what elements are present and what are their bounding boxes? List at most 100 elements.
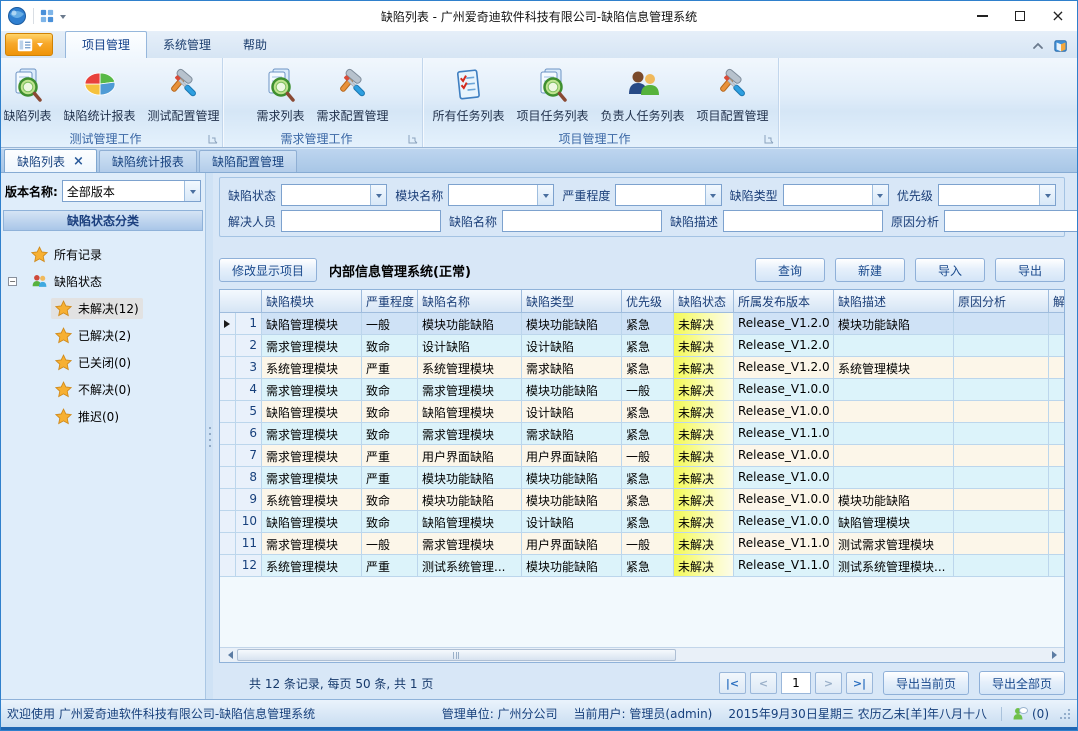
cell-severity[interactable]: 致命	[362, 335, 418, 357]
cell-solve[interactable]	[1049, 379, 1065, 401]
grid-header-status[interactable]: 缺陷状态	[674, 290, 734, 313]
cell-status[interactable]: 未解决	[674, 555, 734, 577]
cell-desc[interactable]: 缺陷管理模块	[834, 511, 954, 533]
cell-status[interactable]: 未解决	[674, 467, 734, 489]
cell-type[interactable]: 设计缺陷	[522, 335, 622, 357]
cell-priority[interactable]: 紧急	[622, 489, 674, 511]
cell-cause[interactable]	[954, 379, 1049, 401]
tree-item-defect-status[interactable]: −缺陷状态	[1, 268, 205, 295]
cell-status[interactable]: 未解决	[674, 489, 734, 511]
cell-solve[interactable]	[1049, 467, 1065, 489]
filter-defect-name-input[interactable]	[502, 210, 662, 232]
tree-item-resolved[interactable]: 已解决(2)	[1, 322, 205, 349]
sidebar-splitter[interactable]	[206, 173, 213, 701]
filter-severity-combo[interactable]	[615, 184, 721, 206]
maximize-button[interactable]	[1001, 1, 1039, 31]
grid-header-cause[interactable]: 原因分析	[954, 290, 1049, 313]
tab-close-icon[interactable]: ×	[73, 155, 84, 168]
cell-severity[interactable]: 严重	[362, 555, 418, 577]
cell-cause[interactable]	[954, 489, 1049, 511]
grid-header-severity[interactable]: 严重程度	[362, 290, 418, 313]
cell-module[interactable]: 系统管理模块	[262, 357, 362, 379]
cell-desc[interactable]	[834, 423, 954, 445]
cell-severity[interactable]: 一般	[362, 313, 418, 335]
filter-priority-combo[interactable]	[938, 184, 1056, 206]
filter-resolver-input[interactable]	[281, 210, 441, 232]
filter-cause-analysis-input[interactable]	[944, 210, 1078, 232]
cell-name[interactable]: 缺陷管理模块	[418, 511, 522, 533]
row-indicator[interactable]	[220, 313, 236, 335]
ribbon-tab-project-mgmt[interactable]: 项目管理	[65, 31, 147, 58]
cell-desc[interactable]: 系统管理模块	[834, 357, 954, 379]
cell-module[interactable]: 缺陷管理模块	[262, 401, 362, 423]
scroll-left-icon[interactable]	[220, 648, 236, 662]
row-indicator[interactable]	[220, 401, 236, 423]
req-list-button[interactable]: 需求列表	[251, 62, 309, 126]
project-config-button[interactable]: 项目配置管理	[692, 62, 774, 126]
cell-severity[interactable]: 致命	[362, 489, 418, 511]
cell-priority[interactable]: 紧急	[622, 467, 674, 489]
cell-desc[interactable]	[834, 401, 954, 423]
cell-module[interactable]: 需求管理模块	[262, 335, 362, 357]
cell-status[interactable]: 未解决	[674, 533, 734, 555]
cell-priority[interactable]: 一般	[622, 533, 674, 555]
chevron-down-icon[interactable]	[537, 185, 553, 205]
cell-name[interactable]: 用户界面缺陷	[418, 445, 522, 467]
page-number-input[interactable]	[781, 672, 811, 694]
help-icon[interactable]	[1053, 38, 1069, 54]
last-page-button[interactable]: >|	[846, 672, 873, 694]
cell-status[interactable]: 未解决	[674, 313, 734, 335]
grid-header-type[interactable]: 缺陷类型	[522, 290, 622, 313]
defect-list-button[interactable]: 缺陷列表	[0, 62, 57, 126]
cell-module[interactable]: 系统管理模块	[262, 489, 362, 511]
cell-severity[interactable]: 严重	[362, 467, 418, 489]
row-number[interactable]: 5	[236, 401, 262, 423]
tree-item-closed[interactable]: 已关闭(0)	[1, 349, 205, 376]
cell-desc[interactable]	[834, 467, 954, 489]
cell-release[interactable]: Release_V1.0.0	[734, 445, 834, 467]
cell-solve[interactable]	[1049, 511, 1065, 533]
cell-module[interactable]: 需求管理模块	[262, 379, 362, 401]
version-combo[interactable]: 全部版本	[62, 180, 201, 202]
cell-solve[interactable]	[1049, 313, 1065, 335]
export-current-page-button[interactable]: 导出当前页	[883, 671, 969, 695]
cell-type[interactable]: 需求缺陷	[522, 423, 622, 445]
row-number[interactable]: 12	[236, 555, 262, 577]
grid-header-solve[interactable]: 解决	[1049, 290, 1065, 313]
row-indicator[interactable]	[220, 357, 236, 379]
quick-access-icon[interactable]	[40, 9, 54, 23]
cell-release[interactable]: Release_V1.1.0	[734, 533, 834, 555]
cell-desc[interactable]: 模块功能缺陷	[834, 313, 954, 335]
cell-name[interactable]: 系统管理模块	[418, 357, 522, 379]
row-indicator[interactable]	[220, 379, 236, 401]
row-number[interactable]: 6	[236, 423, 262, 445]
scrollbar-thumb[interactable]	[237, 649, 676, 661]
cell-release[interactable]: Release_V1.0.0	[734, 489, 834, 511]
filter-defect-status-combo[interactable]	[281, 184, 387, 206]
cell-release[interactable]: Release_V1.2.0	[734, 335, 834, 357]
cell-status[interactable]: 未解决	[674, 511, 734, 533]
cell-name[interactable]: 模块功能缺陷	[418, 489, 522, 511]
row-indicator[interactable]	[220, 489, 236, 511]
grid-header-module[interactable]: 缺陷模块	[262, 290, 362, 313]
doc-tab-defect-config[interactable]: 缺陷配置管理	[199, 150, 297, 172]
dialog-launcher-icon[interactable]	[408, 133, 418, 143]
cell-priority[interactable]: 一般	[622, 379, 674, 401]
cell-status[interactable]: 未解决	[674, 445, 734, 467]
cell-name[interactable]: 模块功能缺陷	[418, 467, 522, 489]
tree-item-postponed[interactable]: 推迟(0)	[1, 403, 205, 430]
cell-desc[interactable]	[834, 379, 954, 401]
version-combo-dropdown-icon[interactable]	[184, 181, 200, 201]
cell-status[interactable]: 未解决	[674, 357, 734, 379]
cell-release[interactable]: Release_V1.0.0	[734, 379, 834, 401]
cell-severity[interactable]: 致命	[362, 511, 418, 533]
tree-item-all-records[interactable]: 所有记录	[1, 241, 205, 268]
cell-release[interactable]: Release_V1.2.0	[734, 313, 834, 335]
row-number[interactable]: 4	[236, 379, 262, 401]
row-indicator[interactable]	[220, 555, 236, 577]
row-indicator[interactable]	[220, 533, 236, 555]
cell-module[interactable]: 系统管理模块	[262, 555, 362, 577]
cell-desc[interactable]	[834, 445, 954, 467]
cell-cause[interactable]	[954, 335, 1049, 357]
cell-cause[interactable]	[954, 423, 1049, 445]
